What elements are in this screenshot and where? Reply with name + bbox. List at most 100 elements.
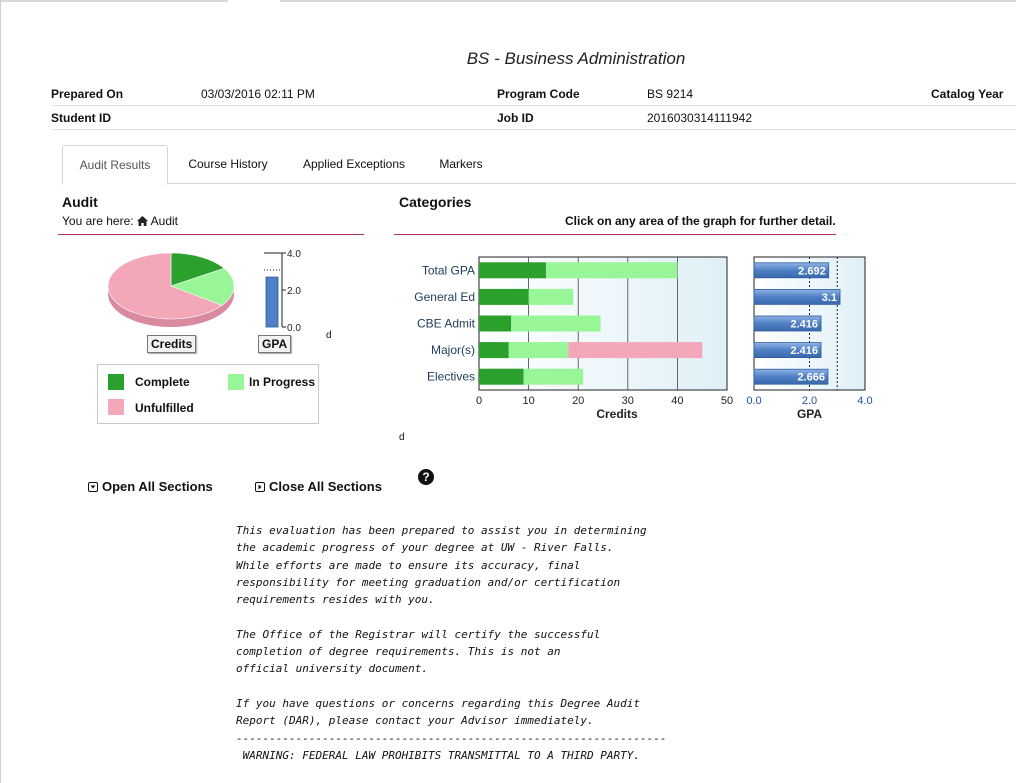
gpa-data-label: 2.416 <box>791 319 819 331</box>
credits-bar-in-progress <box>523 368 584 385</box>
info-bottom-divider <box>51 129 1016 130</box>
credits-bar-in-progress <box>511 315 601 332</box>
credits-axis-label: Credits <box>596 407 638 421</box>
catalog-year-label: Catalog Year <box>931 87 1004 101</box>
page-title: BS - Business Administration <box>466 49 686 68</box>
categories-chart[interactable]: 0 10 20 30 40 50 Total GPA General Ed CBE Admit M… <box>395 250 895 435</box>
credits-bar-complete <box>479 368 524 385</box>
disclaimer-line: While efforts are made to ensure its acc… <box>236 558 581 572</box>
program-code-value: BS 9214 <box>647 87 694 101</box>
category-label: Total GPA <box>422 263 475 277</box>
disclaimer-line: requirements resides with you. <box>236 593 435 607</box>
tab-audit-results[interactable]: Audit Results <box>62 145 168 185</box>
credits-bar-in-progress <box>508 342 569 359</box>
disclaimer-line <box>236 678 666 695</box>
audit-heading: Audit <box>62 194 98 210</box>
breadcrumb: You are here: Audit <box>62 214 178 228</box>
disclaimer-line: responsibility for meeting graduation an… <box>236 575 621 589</box>
collapse-icon <box>255 481 265 492</box>
categories-instruction: Click on any area of the graph for furth… <box>565 214 836 228</box>
gpa-data-label: 2.692 <box>798 265 826 277</box>
tab-applied-exceptions[interactable]: Applied Exceptions <box>294 145 414 183</box>
stray-text: d <box>326 330 332 341</box>
legend-swatch-unfulfilled <box>108 399 124 415</box>
open-all-label: Open All Sections <box>102 479 213 494</box>
credits-bar-in-progress <box>528 288 574 305</box>
gpa-button[interactable]: GPA <box>258 335 292 353</box>
credits-bar-complete <box>479 315 512 332</box>
prepared-on-value: 03/03/2016 02:11 PM <box>201 87 315 101</box>
job-id-value: 201603031411194​2 <box>647 111 752 125</box>
prepared-on-label: Prepared On <box>51 87 124 101</box>
credits-bar-in-progress <box>545 262 678 279</box>
gpa-mini-tick-label: 0.0 <box>287 323 301 333</box>
legend-swatch-complete <box>108 374 124 390</box>
help-icon[interactable]: ? <box>418 469 434 485</box>
category-label: Electives <box>427 370 475 384</box>
credits-pie-chart[interactable] <box>105 248 240 334</box>
student-id-label: Student ID <box>51 111 111 125</box>
credits-tick-label: 10 <box>522 395 534 407</box>
tab-bar-baseline <box>62 183 1016 184</box>
categories-divider <box>394 234 836 235</box>
left-border <box>0 0 1 783</box>
gpa-data-label: 2.666 <box>797 372 825 384</box>
gpa-mini-bar <box>265 276 279 328</box>
gpa-data-label: 2.416 <box>791 345 819 357</box>
gpa-mini-tick-label: 4.0 <box>287 249 301 260</box>
close-all-label: Close All Sections <box>269 479 382 494</box>
info-row-divider <box>51 105 1016 106</box>
legend-swatch-in-progress <box>228 374 244 390</box>
gpa-tick-label: 4.0 <box>857 395 872 407</box>
disclaimer-line: completion of degree requirements. This … <box>236 645 561 659</box>
expand-icon <box>88 481 98 492</box>
breadcrumb-prefix: You are here: <box>62 214 134 228</box>
disclaimer-text: This evaluation has been prepared to ass… <box>236 522 666 764</box>
disclaimer-line: The Office of the Registrar will certify… <box>236 627 601 641</box>
top-border-gap <box>228 0 280 2</box>
legend-in-progress: In Progress <box>249 375 316 389</box>
legend-unfulfilled: Unfulfilled <box>135 401 194 415</box>
category-label: CBE Admit <box>417 317 476 331</box>
gpa-tick-label: 2.0 <box>802 395 817 407</box>
gpa-data-label: 3.1 <box>822 292 837 304</box>
gpa-axis-label: GPA <box>797 407 822 421</box>
categories-heading: Categories <box>399 194 472 210</box>
tab-markers[interactable]: Markers <box>428 145 494 183</box>
disclaimer-line: official university document. <box>236 662 429 676</box>
credits-tick-label: 20 <box>572 395 584 407</box>
gpa-tick-label: 0.0 <box>746 395 761 407</box>
audit-divider <box>58 234 364 235</box>
disclaimer-line: ----------------------------------------… <box>236 731 667 745</box>
category-label: General Ed <box>414 290 475 304</box>
legend-complete: Complete <box>135 375 190 389</box>
home-icon <box>136 215 148 226</box>
credits-bar-unfulfilled <box>568 342 703 359</box>
credits-tick-label: 40 <box>671 395 683 407</box>
disclaimer-line: WARNING: FEDERAL LAW PROHIBITS TRANSMITT… <box>236 748 640 762</box>
disclaimer-line: Report (DAR), please contact your Adviso… <box>236 714 594 728</box>
credits-bar-complete <box>479 342 509 359</box>
credits-tick-label: 30 <box>622 395 634 407</box>
close-all-sections-button[interactable]: Close All Sections <box>255 479 382 494</box>
stray-text-2: d <box>399 432 405 443</box>
credits-bar-complete <box>479 288 529 305</box>
program-code-label: Program Code <box>497 87 580 101</box>
gpa-mini-chart[interactable]: 4.0 2.0 0.0 <box>256 245 306 333</box>
credits-tick-label: 0 <box>476 395 482 407</box>
disclaimer-line: the academic progress of your degree at … <box>236 541 614 555</box>
credits-bar-complete <box>479 262 546 279</box>
job-id-label: Job ID <box>497 111 534 125</box>
disclaimer-line: This evaluation has been prepared to ass… <box>236 524 647 537</box>
gpa-mini-tick-label: 2.0 <box>287 286 301 297</box>
breadcrumb-audit-link[interactable]: Audit <box>151 214 178 228</box>
category-label: Major(s) <box>431 343 475 357</box>
chart-legend: Complete In Progress Unfulfilled <box>97 364 319 424</box>
credits-button[interactable]: Credits <box>147 335 197 353</box>
credits-tick-label: 50 <box>721 395 733 407</box>
top-border <box>0 0 1016 2</box>
disclaimer-line <box>236 608 666 625</box>
tab-course-history[interactable]: Course History <box>176 145 280 183</box>
open-all-sections-button[interactable]: Open All Sections <box>88 479 213 494</box>
disclaimer-line: If you have questions or concerns regard… <box>236 696 640 710</box>
